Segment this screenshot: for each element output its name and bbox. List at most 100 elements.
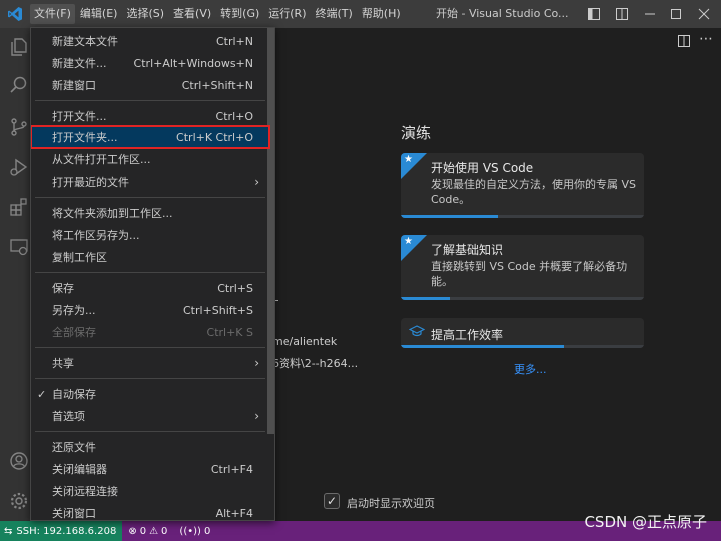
remote-explorer-icon[interactable] xyxy=(8,236,30,258)
card-description: 直接跳转到 VS Code 并概要了解必备功能。 xyxy=(431,260,628,288)
remote-indicator[interactable]: ⇆ SSH: 192.168.6.208 xyxy=(0,521,123,541)
card-title: 提高工作效率 xyxy=(431,328,504,342)
close-icon[interactable] xyxy=(690,0,718,28)
menu-run[interactable]: 运行(R) xyxy=(264,4,310,24)
remote-icon: ⇆ xyxy=(4,525,13,537)
minimize-icon[interactable] xyxy=(636,0,664,28)
menu-new-window[interactable]: 新建窗口 Ctrl+Shift+N xyxy=(31,74,269,96)
source-control-icon[interactable] xyxy=(8,116,30,138)
menu-close-remote[interactable]: 关闭远程连接 xyxy=(31,480,269,502)
menu-view[interactable]: 查看(V) xyxy=(169,4,215,24)
recent-item[interactable]: me/alientek xyxy=(272,335,337,348)
menu-label: 关闭远程连接 xyxy=(52,485,118,498)
menu-label: 保存 xyxy=(52,282,74,295)
broadcast-icon: ((•)) xyxy=(179,525,201,537)
menu-new-text-file[interactable]: 新建文本文件 Ctrl+N xyxy=(31,30,269,52)
menu-save-workspace-as[interactable]: 将工作区另存为... xyxy=(31,224,269,246)
title-bar: 文件(F) 编辑(E) 选择(S) 查看(V) 转到(G) 运行(R) 终端(T… xyxy=(0,0,721,28)
card-title: 开始使用 VS Code xyxy=(431,161,534,175)
more-actions-icon[interactable]: ⋯ xyxy=(699,32,713,48)
menu-auto-save[interactable]: ✓ 自动保存 xyxy=(31,383,269,405)
menu-save[interactable]: 保存 Ctrl+S xyxy=(31,277,269,299)
menu-label: 关闭窗口 xyxy=(52,507,96,520)
menu-open-workspace[interactable]: 从文件打开工作区... xyxy=(31,148,269,170)
menu-preferences[interactable]: 首选项 › xyxy=(31,405,269,427)
menu-label: 打开最近的文件 xyxy=(52,176,129,189)
problems-indicator[interactable]: ⊗ 0 ⚠ 0 xyxy=(122,526,173,537)
menu-help[interactable]: 帮助(H) xyxy=(358,4,405,24)
progress-fill xyxy=(401,297,450,300)
progress-track xyxy=(401,215,644,218)
extensions-icon[interactable] xyxy=(8,196,30,218)
menu-shortcut: Ctrl+F4 xyxy=(210,462,253,476)
menu-label: 从文件打开工作区... xyxy=(52,153,151,166)
show-on-startup-checkbox[interactable]: ✓ xyxy=(324,493,340,509)
split-editor-icon[interactable] xyxy=(677,34,691,48)
search-icon[interactable] xyxy=(8,74,30,96)
menu-close-editor[interactable]: 关闭编辑器 Ctrl+F4 xyxy=(31,458,269,480)
menu-label: 新建文本文件 xyxy=(52,35,118,48)
menu-new-file[interactable]: 新建文件... Ctrl+Alt+Windows+N xyxy=(31,52,269,74)
walkthrough-card-basics[interactable]: ★ 了解基础知识 直接跳转到 VS Code 并概要了解必备功能。 xyxy=(401,235,644,300)
menu-shortcut: Ctrl+O xyxy=(215,109,253,123)
walkthrough-card-productivity[interactable]: 提高工作效率 xyxy=(401,318,644,348)
error-count: 0 xyxy=(139,525,147,537)
menu-label: 还原文件 xyxy=(52,441,96,454)
menu-open-file[interactable]: 打开文件... Ctrl+O xyxy=(31,105,269,127)
menu-separator xyxy=(35,100,265,101)
settings-gear-icon[interactable] xyxy=(8,490,30,512)
walkthrough-card-get-started[interactable]: ★ 开始使用 VS Code 发现最佳的自定义方法，使用你的专属 VS Code… xyxy=(401,153,644,218)
error-icon: ⊗ xyxy=(128,525,137,537)
maximize-icon[interactable] xyxy=(662,0,690,28)
menu-save-all: 全部保存 Ctrl+K S xyxy=(31,321,269,343)
star-icon: ★ xyxy=(404,236,413,247)
menu-label: 将工作区另存为... xyxy=(52,229,140,242)
ports-count: 0 xyxy=(203,525,211,537)
menu-label: 共享 xyxy=(52,357,74,370)
menu-go[interactable]: 转到(G) xyxy=(216,4,263,24)
checkmark-icon: ✓ xyxy=(37,387,47,401)
menu-share[interactable]: 共享 › xyxy=(31,352,269,374)
toggle-layout-icon[interactable] xyxy=(608,0,636,28)
recent-item[interactable]: 6资料\2--h264... xyxy=(272,355,358,371)
vscode-logo-icon xyxy=(0,0,30,28)
menu-shortcut: Ctrl+N xyxy=(215,34,253,48)
menu-separator xyxy=(35,197,265,198)
menu-label: 全部保存 xyxy=(52,326,96,339)
menu-edit[interactable]: 编辑(E) xyxy=(76,4,122,24)
menu-file[interactable]: 文件(F) xyxy=(30,4,75,24)
menu-open-folder[interactable]: 打开文件夹... Ctrl+K Ctrl+O xyxy=(31,125,270,149)
menu-separator xyxy=(35,347,265,348)
submenu-chevron-icon: › xyxy=(254,175,259,189)
menu-selection[interactable]: 选择(S) xyxy=(122,4,168,24)
account-icon[interactable] xyxy=(8,450,30,472)
menu-terminal[interactable]: 终端(T) xyxy=(312,4,357,24)
menu-duplicate-workspace[interactable]: 复制工作区 xyxy=(31,246,269,268)
menu-label: 打开文件夹... xyxy=(52,131,118,144)
walkthroughs-title: 演练 xyxy=(401,124,432,142)
menu-open-recent[interactable]: 打开最近的文件 › xyxy=(31,171,269,193)
card-description: 发现最佳的自定义方法，使用你的专属 VS Code。 xyxy=(431,178,637,206)
menu-save-as[interactable]: 另存为... Ctrl+Shift+S xyxy=(31,299,269,321)
menu-label: 关闭编辑器 xyxy=(52,463,107,476)
card-title: 了解基础知识 xyxy=(431,243,504,257)
menu-revert-file[interactable]: 还原文件 xyxy=(31,436,269,458)
run-debug-icon[interactable] xyxy=(8,156,30,178)
menu-shortcut: Alt+F4 xyxy=(215,506,253,520)
progress-fill xyxy=(401,215,499,218)
remote-label: SSH: 192.168.6.208 xyxy=(16,525,117,537)
watermark: CSDN @正点原子 xyxy=(584,513,707,531)
menu-add-folder-to-workspace[interactable]: 将文件夹添加到工作区... xyxy=(31,202,269,224)
menu-close-window[interactable]: 关闭窗口 Alt+F4 xyxy=(31,502,269,521)
toggle-panel-icon[interactable] xyxy=(580,0,608,28)
star-icon: ★ xyxy=(404,154,413,165)
ports-indicator[interactable]: ((•)) 0 xyxy=(173,526,216,537)
menu-label: 首选项 xyxy=(52,410,85,423)
menu-shortcut: Ctrl+Alt+Windows+N xyxy=(133,56,253,70)
menu-shortcut: Ctrl+S xyxy=(217,281,253,295)
menu-label: 自动保存 xyxy=(52,388,96,401)
explorer-icon[interactable] xyxy=(8,36,30,58)
graduation-cap-icon xyxy=(408,325,426,340)
warning-count: 0 xyxy=(161,525,168,537)
more-walkthroughs-link[interactable]: 更多... xyxy=(514,361,547,377)
